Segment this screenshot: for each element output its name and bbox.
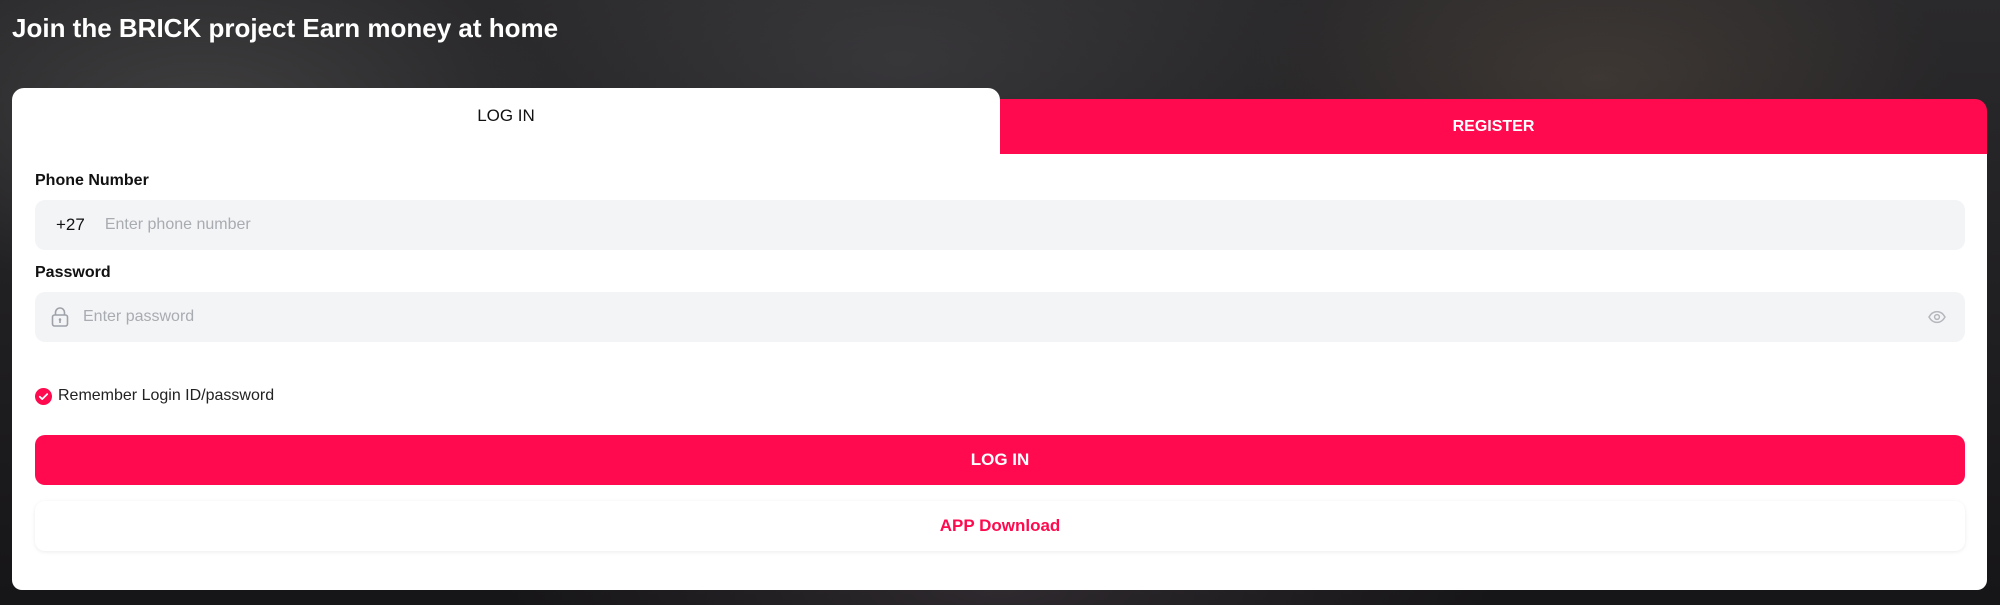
password-field[interactable]	[35, 292, 1965, 342]
password-input[interactable]	[83, 292, 1927, 342]
login-button[interactable]: LOG IN	[35, 435, 1965, 485]
login-form: Phone Number +27 Password	[12, 154, 1987, 590]
phone-field[interactable]: +27	[35, 200, 1965, 250]
tab-login[interactable]: LOG IN	[12, 88, 1000, 154]
lock-icon	[49, 306, 71, 328]
remember-checkbox[interactable]: Remember Login ID/password	[35, 387, 274, 405]
eye-icon[interactable]	[1927, 307, 1947, 327]
auth-card: LOG IN REGISTER Phone Number +27 Passwor…	[12, 88, 1987, 590]
tab-register[interactable]: REGISTER	[1000, 99, 1987, 154]
country-code[interactable]: +27	[56, 215, 85, 235]
check-circle-icon[interactable]	[35, 387, 52, 405]
page-headline: Join the BRICK project Earn money at hom…	[12, 13, 559, 43]
app-download-button[interactable]: APP Download	[35, 501, 1965, 551]
phone-label: Phone Number	[35, 172, 149, 189]
remember-label: Remember Login ID/password	[58, 387, 275, 404]
password-label: Password	[35, 264, 111, 281]
phone-input[interactable]	[104, 200, 1965, 250]
